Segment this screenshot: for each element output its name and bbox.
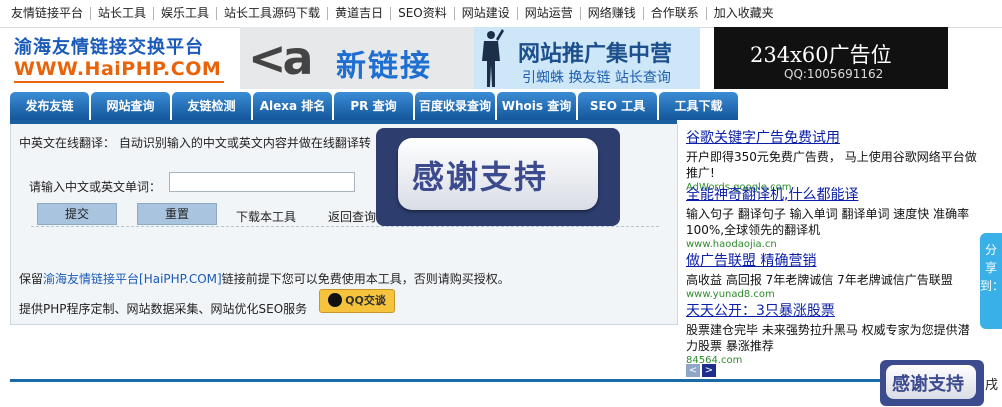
notice-site-link[interactable]: 渝海友情链接平台[HaiPHP.COM] <box>43 272 222 286</box>
thanks-text: 感谢支持 <box>412 158 549 196</box>
logo-domain: WWW.HaiPHP.COM <box>14 58 222 80</box>
word-input[interactable] <box>169 172 355 192</box>
download-tool-link[interactable]: 下载本工具 <box>236 208 296 225</box>
notice-prefix: 保留 <box>19 272 44 286</box>
tab-link-check[interactable]: 友链检测 <box>172 92 251 120</box>
submit-button[interactable]: 提交 <box>37 203 117 225</box>
ad-title-link[interactable]: 做广告联盟 精确营销 <box>686 253 816 269</box>
ad-title: 网站推广集中营 <box>518 42 673 67</box>
tab-seo-tools[interactable]: SEO 工具 <box>578 92 657 120</box>
top-nav: 友情链接平台 站长工具 娱乐工具 站长工具源码下载 黄道吉日 SEO资料 网站建设 网站运营网… <box>0 0 1002 28</box>
ad-description: 输入句子 翻译句子 输入单词 翻译单词 速度快 准确率100%,全球领先的翻译机 <box>686 207 970 237</box>
nav-link-site-building[interactable]: 网站建设 <box>455 7 518 20</box>
share-sidebar-button[interactable]: 分享到： <box>980 233 1002 329</box>
thanks-corner-text: 感谢支持 <box>892 374 964 395</box>
tab-publish-link[interactable]: 发布友链 <box>10 92 89 120</box>
tab-pr-query[interactable]: PR 查询 <box>334 92 413 120</box>
text-ad: 天天公开：3只暴涨股票 股票建仓完毕 未来强势拉升黑马 权威专家为您提供潜力股票… <box>686 300 978 366</box>
ad-description: 股票建仓完毕 未来强势拉升黑马 权威专家为您提供潜力股票 暴涨推荐 <box>686 323 970 353</box>
thanks-corner-badge[interactable]: 感谢支持 <box>880 360 984 406</box>
nav-link-contact[interactable]: 合作联系 <box>644 7 707 20</box>
prev-arrow-icon[interactable]: < <box>686 364 700 377</box>
nav-link-online-earning[interactable]: 网络赚钱 <box>581 7 644 20</box>
bottom-trailing-text: 戌 <box>985 378 999 393</box>
translator-intro: 中英文在线翻译： 自动识别输入的中文或英文内容并做在线翻译转 <box>19 136 371 150</box>
banner-ad-xinlianjie[interactable]: <a 新链接 <box>240 27 474 89</box>
person-silhouette-icon <box>482 29 504 87</box>
ad-url[interactable]: www.yunad8.com <box>686 289 978 300</box>
ad-subtitle: 引蜘蛛 换友链 站长查询 <box>522 70 671 86</box>
ad-slot-title: 234x60广告位 <box>750 43 892 67</box>
ad-title-link[interactable]: 天天公开：3只暴涨股票 <box>686 303 835 319</box>
ad-description: 开户即得350元免费广告费， 马上使用谷歌网络平台做推广! <box>686 150 977 180</box>
tab-baidu-index[interactable]: 百度收录查询 <box>415 92 495 120</box>
nav-link-auspicious-days[interactable]: 黄道吉日 <box>328 7 392 20</box>
qq-chat-button[interactable]: QQ交谈 <box>319 289 395 313</box>
ad-title: 新链接 <box>336 49 432 84</box>
thanks-corner-inner: 感谢支持 <box>886 365 976 399</box>
logo-title: 渝海友情链接交换平台 <box>14 37 204 58</box>
license-notice: 保留渝海友情链接平台[HaiPHP.COM]链接前提下您可以免费使用本工具，否则… <box>19 270 510 287</box>
nav-link-tools-source-download[interactable]: 站长工具源码下载 <box>217 7 329 20</box>
next-arrow-icon[interactable]: > <box>702 364 716 377</box>
text-ad: 全能神奇翻译机,什么都能译 输入句子 翻译句子 输入单词 翻译单词 速度快 准确… <box>686 184 978 250</box>
nav-link-add-favorite[interactable]: 加入收藏夹 <box>707 7 781 20</box>
banner-ad-tuiguang[interactable]: 网站推广集中营 引蜘蛛 换友链 站长查询 <box>474 27 700 89</box>
qq-penguin-icon <box>328 293 343 307</box>
notice-suffix: 链接前提下您可以免费使用本工具，否则请购买授权。 <box>221 272 510 286</box>
tab-tool-download[interactable]: 工具下载 <box>659 92 738 120</box>
ad-title-link[interactable]: 全能神奇翻译机,什么都能译 <box>686 187 858 203</box>
thanks-badge: 感谢支持 <box>398 138 598 210</box>
tab-site-query[interactable]: 网站查询 <box>91 92 170 120</box>
divider <box>31 226 659 227</box>
tool-tabs: 发布友链 网站查询 友链检测 Alexa 排名 PR 查询 百度收录查询 Who… <box>10 92 738 120</box>
nav-link-seo-resources[interactable]: SEO资料 <box>391 7 455 20</box>
nav-link-entertainment-tools[interactable]: 娱乐工具 <box>154 7 218 20</box>
ad-slot-qq: QQ:1005691162 <box>784 67 884 81</box>
tab-whois[interactable]: Whois 查询 <box>497 92 576 120</box>
ad-logo-mark: <a <box>248 31 314 85</box>
logo-underline <box>14 81 224 83</box>
banner-ad-slot[interactable]: 234x60广告位 QQ:1005691162 <box>714 27 948 89</box>
word-input-label: 请输入中文或英文单词： <box>29 180 162 194</box>
tab-alexa-rank[interactable]: Alexa 排名 <box>253 92 332 120</box>
thanks-popup[interactable]: 感谢支持 <box>376 128 620 226</box>
ad-url[interactable]: www.haodaojia.cn <box>686 239 978 250</box>
back-to-query-link[interactable]: 返回查询 <box>328 208 376 225</box>
nav-link-site-operation[interactable]: 网站运营 <box>518 7 581 20</box>
nav-link-friend-link-platform[interactable]: 友情链接平台 <box>4 7 92 20</box>
bottom-divider <box>10 379 975 382</box>
text-ad: 做广告联盟 精确营销 高收益 高回报 7年老牌诚信 7年老牌诚信广告联盟 www… <box>686 250 978 300</box>
ad-description: 高收益 高回报 7年老牌诚信 7年老牌诚信广告联盟 <box>686 273 953 287</box>
service-text: 提供PHP程序定制、网站数据采集、网站优化SEO服务 <box>19 302 308 316</box>
reset-button[interactable]: 重置 <box>137 203 217 225</box>
ad-title-link[interactable]: 谷歌关键字广告免费试用 <box>686 130 840 146</box>
ad-pager: < > <box>686 362 718 377</box>
nav-link-webmaster-tools[interactable]: 站长工具 <box>91 7 155 20</box>
site-logo[interactable]: 渝海友情链接交换平台 WWW.HaiPHP.COM <box>10 33 235 85</box>
qq-chat-label: QQ交谈 <box>345 294 386 307</box>
